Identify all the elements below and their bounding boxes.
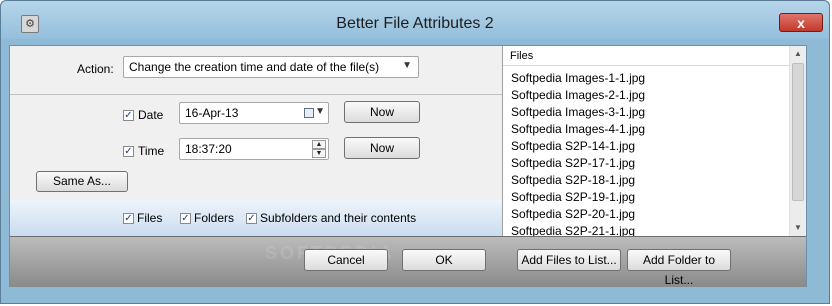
spinner-down-icon[interactable]: ▼ bbox=[312, 149, 326, 158]
datetime-section: ✓ Date 16-Apr-13 ▼ Now ✓ Time 18:37:20 ▲… bbox=[10, 95, 502, 204]
file-list-item[interactable]: Softpedia S2P-18-1.jpg bbox=[511, 173, 635, 187]
cancel-button[interactable]: Cancel bbox=[304, 249, 388, 271]
files-list[interactable]: Files Softpedia Images-1-1.jpg Softpedia … bbox=[502, 46, 806, 238]
title-bar: ⚙ Better File Attributes 2 x bbox=[1, 1, 829, 39]
options-section: ✓ Files ✓ Folders ✓ Subfolders and their… bbox=[10, 200, 502, 236]
time-now-button[interactable]: Now bbox=[344, 137, 420, 159]
date-label: Date bbox=[138, 108, 164, 122]
time-value: 18:37:20 bbox=[185, 142, 232, 156]
add-folder-button[interactable]: Add Folder to List... bbox=[627, 249, 731, 287]
subfolders-checkbox[interactable]: ✓ bbox=[246, 213, 257, 224]
date-value: 16-Apr-13 bbox=[185, 106, 239, 120]
close-button[interactable]: x bbox=[779, 13, 823, 32]
folders-option-label: Folders bbox=[194, 211, 235, 225]
files-header-label: Files bbox=[510, 50, 534, 62]
date-picker[interactable]: 16-Apr-13 ▼ bbox=[179, 102, 329, 124]
client-area: Action: Change the creation time and dat… bbox=[9, 45, 807, 287]
file-list-item[interactable]: Softpedia S2P-19-1.jpg bbox=[511, 190, 635, 204]
window-title: Better File Attributes 2 bbox=[336, 15, 494, 32]
time-picker[interactable]: 18:37:20 ▲ ▼ bbox=[179, 138, 329, 160]
app-window: ⚙ Better File Attributes 2 x Action: Cha… bbox=[0, 0, 830, 304]
file-list-item[interactable]: Softpedia Images-4-1.jpg bbox=[511, 122, 645, 136]
action-label: Action: bbox=[77, 62, 114, 76]
date-checkbox[interactable]: ✓ bbox=[123, 110, 134, 121]
vertical-scrollbar[interactable]: ▲ ▼ bbox=[789, 46, 806, 236]
file-list-item[interactable]: Softpedia S2P-20-1.jpg bbox=[511, 207, 635, 221]
time-label: Time bbox=[138, 144, 165, 158]
calendar-icon bbox=[304, 108, 314, 118]
folders-checkbox[interactable]: ✓ bbox=[180, 213, 191, 224]
files-column-header[interactable]: Files bbox=[503, 46, 790, 66]
file-list-item[interactable]: Softpedia Images-2-1.jpg bbox=[511, 88, 645, 102]
action-dropdown[interactable]: Change the creation time and date of the… bbox=[123, 56, 419, 78]
subfolders-option-label: Subfolders and their contents bbox=[260, 211, 417, 225]
same-as-button[interactable]: Same As... bbox=[36, 171, 128, 192]
ok-button[interactable]: OK bbox=[402, 249, 486, 271]
file-list-item[interactable]: Softpedia S2P-17-1.jpg bbox=[511, 156, 635, 170]
file-list-item[interactable]: Softpedia Images-1-1.jpg bbox=[511, 71, 645, 85]
file-list-item[interactable]: Softpedia Images-3-1.jpg bbox=[511, 105, 645, 119]
files-option-label: Files bbox=[137, 211, 163, 225]
button-bar: SOFTPEDIA Cancel OK Add Files to List...… bbox=[10, 236, 806, 287]
scroll-up-icon[interactable]: ▲ bbox=[790, 46, 806, 62]
file-list-item[interactable]: Softpedia S2P-14-1.jpg bbox=[511, 139, 635, 153]
chevron-down-icon: ▼ bbox=[402, 60, 412, 71]
settings-panel: Action: Change the creation time and dat… bbox=[10, 46, 502, 236]
action-section: Action: Change the creation time and dat… bbox=[10, 46, 502, 95]
scrollbar-thumb[interactable] bbox=[792, 63, 804, 201]
chevron-down-icon: ▼ bbox=[315, 106, 325, 117]
action-dropdown-value: Change the creation time and date of the… bbox=[129, 60, 380, 74]
add-files-button[interactable]: Add Files to List... bbox=[517, 249, 621, 271]
files-checkbox[interactable]: ✓ bbox=[123, 213, 134, 224]
spinner-up-icon[interactable]: ▲ bbox=[312, 140, 326, 149]
date-now-button[interactable]: Now bbox=[344, 101, 420, 123]
time-checkbox[interactable]: ✓ bbox=[123, 146, 134, 157]
scroll-down-icon[interactable]: ▼ bbox=[790, 220, 806, 236]
